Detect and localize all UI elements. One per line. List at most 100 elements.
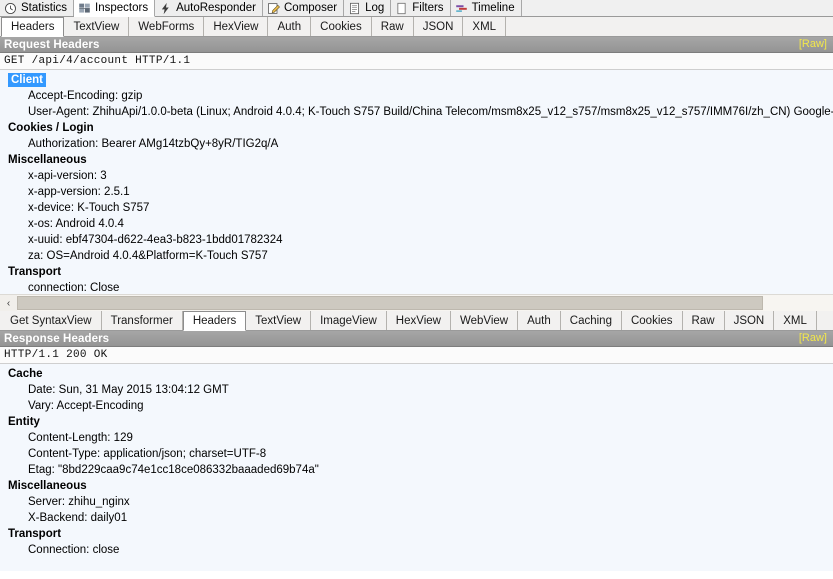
header-row[interactable]: Accept-Encoding: gzip [0, 88, 833, 104]
response-tab-textview[interactable]: TextView [246, 311, 312, 330]
tab-label: Auth [277, 20, 302, 33]
header-row[interactable]: x-os: Android 4.0.4 [0, 216, 833, 232]
response-tab-json[interactable]: JSON [724, 311, 775, 330]
request-horizontal-scrollbar[interactable]: ‹ [0, 294, 833, 311]
tab-label: WebView [459, 314, 509, 327]
timeline-bars-icon [455, 4, 467, 12]
response-tab-hexview[interactable]: HexView [386, 311, 451, 330]
request-tab-raw[interactable]: Raw [371, 17, 414, 36]
header-group-title[interactable]: Miscellaneous [0, 152, 833, 168]
main-tab-label: AutoResponder [176, 2, 256, 14]
header-row[interactable]: x-uuid: ebf47304-d622-4ea3-b823-1bdd0178… [0, 232, 833, 248]
header-group-title-selected[interactable]: Client [8, 73, 46, 87]
main-tab-label: Composer [284, 2, 338, 14]
header-group-title[interactable]: Entity [0, 414, 833, 430]
response-headers-title: Response Headers [4, 332, 110, 345]
response-raw-link[interactable]: [Raw] [799, 332, 827, 344]
header-row[interactable]: Etag: "8bd229caa9c74e1cc18ce086332baaade… [0, 462, 833, 478]
header-row[interactable]: Server: zhihu_nginx [0, 494, 833, 510]
header-group-title[interactable]: Cookies / Login [0, 120, 833, 136]
inspectors-grid-icon [79, 3, 90, 13]
statistics-clock-icon [5, 2, 16, 14]
request-tab-json[interactable]: JSON [413, 17, 464, 36]
main-tab-autoresponder[interactable]: AutoResponder [155, 0, 263, 16]
tab-label: WebForms [138, 20, 195, 33]
main-tab-timeline[interactable]: Timeline [450, 0, 522, 16]
header-group-title[interactable]: Transport [0, 264, 833, 280]
tab-label: Auth [527, 314, 551, 327]
main-tab-label: Log [365, 2, 385, 14]
request-tab-textview[interactable]: TextView [64, 17, 130, 36]
main-tab-statistics[interactable]: Statistics [0, 0, 75, 16]
response-tab-get-syntaxview[interactable]: Get SyntaxView [1, 311, 102, 330]
response-tab-raw[interactable]: Raw [682, 311, 725, 330]
tab-label: HexView [395, 314, 441, 327]
request-tab-cookies[interactable]: Cookies [311, 17, 372, 36]
tab-label: XML [783, 314, 807, 327]
response-pane: Response Headers [Raw] HTTP/1.1 200 OK C… [0, 331, 833, 571]
tab-label: ImageView [320, 314, 377, 327]
tab-label: Caching [569, 314, 612, 327]
request-headers-bar: Request Headers [Raw] [0, 37, 833, 53]
request-tab-auth[interactable]: Auth [268, 17, 312, 36]
tab-label: TextView [255, 314, 302, 327]
header-row[interactable]: x-app-version: 2.5.1 [0, 184, 833, 200]
header-row[interactable]: Vary: Accept-Encoding [0, 398, 833, 414]
response-tab-cookies[interactable]: Cookies [621, 311, 683, 330]
main-tab-strip: Statistics Inspectors AutoResponder Compose… [0, 0, 833, 17]
response-tab-auth[interactable]: Auth [518, 311, 561, 330]
request-raw-link[interactable]: [Raw] [799, 38, 827, 50]
main-tab-filters[interactable]: Filters [391, 0, 451, 16]
header-row[interactable]: Connection: close [0, 542, 833, 558]
main-tab-log[interactable]: Log [344, 0, 392, 16]
header-row[interactable]: za: OS=Android 4.0.4&Platform=K-Touch S7… [0, 248, 833, 264]
header-group: Client [0, 72, 833, 88]
main-tab-label: Timeline [471, 2, 515, 14]
header-row[interactable]: Content-Length: 129 [0, 430, 833, 446]
header-group-title[interactable]: Transport [0, 526, 833, 542]
header-row[interactable]: Content-Type: application/json; charset=… [0, 446, 833, 462]
response-tab-transformer[interactable]: Transformer [101, 311, 183, 330]
request-headers-tree[interactable]: Client Accept-Encoding: gzip User-Agent: Z… [0, 70, 833, 296]
scroll-left-arrow-icon[interactable]: ‹ [0, 294, 17, 311]
request-tab-headers[interactable]: Headers [1, 17, 65, 37]
log-list-icon [350, 2, 360, 14]
response-tab-imageview[interactable]: ImageView [311, 311, 387, 330]
main-tab-label: Inspectors [95, 2, 149, 14]
scrollbar-track[interactable] [17, 294, 833, 311]
filters-page-icon [397, 2, 406, 14]
main-tab-inspectors[interactable]: Inspectors [74, 0, 156, 17]
main-tab-label: Statistics [21, 2, 68, 14]
response-tab-webview[interactable]: WebView [450, 311, 519, 330]
header-row[interactable]: Authorization: Bearer AMg14tzbQy+8yR/TIG… [0, 136, 833, 152]
response-tab-strip: Get SyntaxView Transformer Headers TextView… [0, 311, 833, 331]
response-headers-tree[interactable]: Cache Date: Sun, 31 May 2015 13:04:12 GMT… [0, 364, 833, 558]
tab-label: Raw [691, 314, 715, 327]
request-line: GET /api/4/account HTTP/1.1 [0, 53, 833, 70]
main-tab-label: Filters [412, 2, 444, 14]
autoresponder-lightning-icon [161, 2, 169, 14]
tab-label: Raw [380, 20, 404, 33]
response-status-line: HTTP/1.1 200 OK [0, 347, 833, 364]
tab-label: HexView [213, 20, 259, 33]
response-tab-headers[interactable]: Headers [182, 311, 247, 331]
header-row[interactable]: User-Agent: ZhihuApi/1.0.0-beta (Linux; … [0, 104, 833, 120]
request-tab-hexview[interactable]: HexView [204, 17, 269, 36]
composer-pencil-icon [268, 2, 280, 14]
tab-label: XML [472, 20, 497, 33]
header-group-title[interactable]: Cache [0, 366, 833, 382]
header-row[interactable]: X-Backend: daily01 [0, 510, 833, 526]
header-row[interactable]: x-device: K-Touch S757 [0, 200, 833, 216]
request-tab-webforms[interactable]: WebForms [129, 17, 205, 36]
response-tab-xml[interactable]: XML [774, 311, 817, 330]
header-row[interactable]: x-api-version: 3 [0, 168, 833, 184]
scrollbar-thumb[interactable] [17, 295, 763, 310]
tab-label: Get SyntaxView [10, 314, 92, 327]
tab-label: Cookies [320, 20, 362, 33]
header-row[interactable]: Date: Sun, 31 May 2015 13:04:12 GMT [0, 382, 833, 398]
request-tab-xml[interactable]: XML [463, 17, 507, 36]
header-group-title[interactable]: Miscellaneous [0, 478, 833, 494]
tab-label: Transformer [110, 314, 173, 327]
main-tab-composer[interactable]: Composer [263, 0, 345, 16]
response-tab-caching[interactable]: Caching [560, 311, 622, 330]
